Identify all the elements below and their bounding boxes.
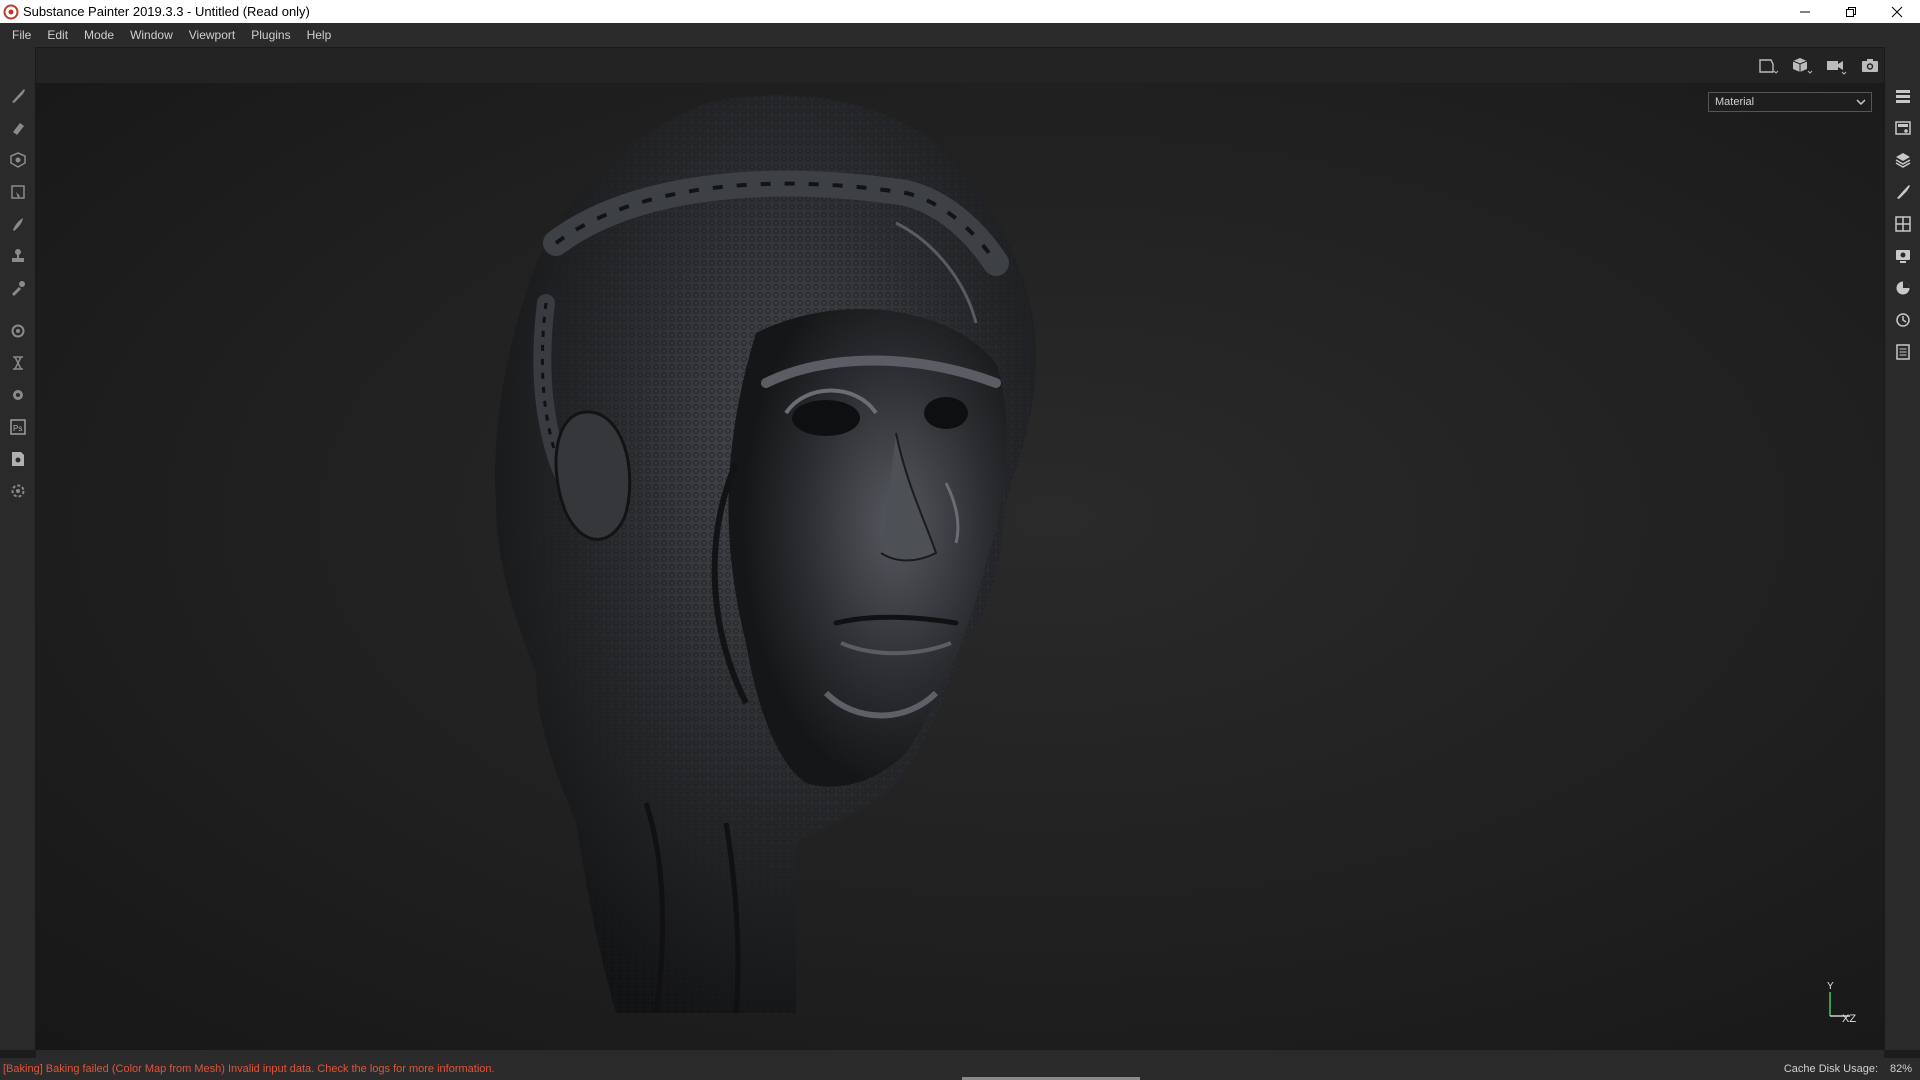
minimize-icon xyxy=(1800,11,1810,12)
3d-head-model xyxy=(495,95,1037,1014)
minimize-button[interactable] xyxy=(1782,0,1828,23)
layers-button[interactable] xyxy=(1892,149,1914,171)
bake-settings-icon xyxy=(11,324,25,338)
substance-painter-logo-icon xyxy=(3,4,19,19)
menu-mode[interactable]: Mode xyxy=(76,23,122,47)
color-picker-icon xyxy=(12,281,25,296)
window-title: Substance Painter 2019.3.3 - Untitled (R… xyxy=(23,4,310,19)
window-controls xyxy=(1782,0,1920,23)
projection-icon xyxy=(10,152,26,168)
polygon-fill-icon xyxy=(11,185,25,199)
projection-tool[interactable] xyxy=(7,149,29,171)
document-icon xyxy=(12,452,24,466)
texture-set-settings-button[interactable] xyxy=(1892,117,1914,139)
log-icon xyxy=(1896,344,1910,360)
clone-stamp-icon xyxy=(12,249,24,262)
title-bar: Substance Painter 2019.3.3 - Untitled (R… xyxy=(0,0,1920,23)
shader-settings-icon xyxy=(13,390,23,400)
svg-text:Ps: Ps xyxy=(13,424,22,433)
menu-bar: File Edit Mode Window Viewport Plugins H… xyxy=(0,23,1920,47)
viewport-mode-button[interactable] xyxy=(1754,54,1782,78)
status-error-message: [Baking] Baking failed (Color Map from M… xyxy=(3,1063,495,1075)
right-toolbar xyxy=(1884,47,1920,1050)
properties-button[interactable] xyxy=(1892,181,1914,203)
viewport-3d-button[interactable] xyxy=(1788,54,1816,78)
color-picker-tool[interactable] xyxy=(7,277,29,299)
viewport-scrollbar[interactable] xyxy=(36,1050,1884,1058)
menu-edit[interactable]: Edit xyxy=(39,23,76,47)
shelf-icon xyxy=(1895,216,1911,232)
restore-button[interactable] xyxy=(1828,0,1874,23)
screenshot-button[interactable] xyxy=(1856,54,1884,78)
display-icon xyxy=(1896,250,1910,263)
shader-settings-tool[interactable] xyxy=(7,384,29,406)
cache-disk-usage-value: 82% xyxy=(1889,1063,1912,1075)
viewport-2d-icon xyxy=(1759,59,1779,74)
polygon-fill-tool[interactable] xyxy=(7,181,29,203)
left-toolbar: Ps xyxy=(0,47,36,1050)
eraser-tool[interactable] xyxy=(7,117,29,139)
3d-viewport[interactable]: Material Y XZ xyxy=(36,83,1884,1050)
chevron-down-icon xyxy=(1856,99,1866,105)
eraser-icon xyxy=(13,123,24,135)
paint-brush-icon xyxy=(12,89,25,103)
display-mode-select[interactable]: Material xyxy=(1708,92,1872,112)
shader-button[interactable] xyxy=(1892,277,1914,299)
axis-y-label: Y xyxy=(1827,981,1834,992)
log-button[interactable] xyxy=(1892,341,1914,363)
bake-settings-tool[interactable] xyxy=(7,320,29,342)
texture-set-settings-icon xyxy=(1895,121,1911,135)
history-button[interactable] xyxy=(1892,309,1914,331)
camera-button[interactable] xyxy=(1822,54,1850,78)
document-tool[interactable] xyxy=(7,448,29,470)
viewport-toolbar xyxy=(36,47,1884,83)
restore-icon xyxy=(1846,6,1856,17)
photoshop-export-icon: Ps xyxy=(10,419,26,435)
cube-icon xyxy=(1792,58,1813,74)
shelf-button[interactable] xyxy=(1892,213,1914,235)
plugin-settings-icon xyxy=(11,484,25,498)
shader-icon xyxy=(1896,281,1910,295)
texture-set-list-icon xyxy=(1896,90,1910,103)
plugin-settings-tool[interactable] xyxy=(7,480,29,502)
history-icon xyxy=(1896,313,1910,327)
axis-xz-label: XZ xyxy=(1842,1013,1856,1024)
layers-icon xyxy=(1895,153,1911,168)
menu-help[interactable]: Help xyxy=(299,23,340,47)
display-settings-icon xyxy=(13,356,23,370)
display-button[interactable] xyxy=(1892,245,1914,267)
paint-brush-tool[interactable] xyxy=(7,85,29,107)
smudge-tool[interactable] xyxy=(7,213,29,235)
menu-file[interactable]: File xyxy=(4,23,39,47)
close-icon xyxy=(1891,6,1903,17)
close-button[interactable] xyxy=(1874,0,1920,23)
status-bar: [Baking] Baking failed (Color Map from M… xyxy=(0,1058,1920,1080)
clone-stamp-tool[interactable] xyxy=(7,245,29,267)
video-camera-icon xyxy=(1827,61,1847,75)
smudge-icon xyxy=(13,218,23,231)
camera-icon xyxy=(1862,59,1878,72)
display-mode-value: Material xyxy=(1715,96,1755,108)
properties-icon xyxy=(1897,185,1910,199)
display-settings-tool[interactable] xyxy=(7,352,29,374)
texture-set-list-button[interactable] xyxy=(1892,85,1914,107)
photoshop-export-tool[interactable]: Ps xyxy=(7,416,29,438)
cache-disk-usage-label: Cache Disk Usage: xyxy=(1783,1063,1878,1075)
menu-window[interactable]: Window xyxy=(122,23,181,47)
menu-plugins[interactable]: Plugins xyxy=(243,23,298,47)
menu-viewport[interactable]: Viewport xyxy=(181,23,243,47)
axis-gizmo: Y XZ xyxy=(1827,981,1856,1024)
